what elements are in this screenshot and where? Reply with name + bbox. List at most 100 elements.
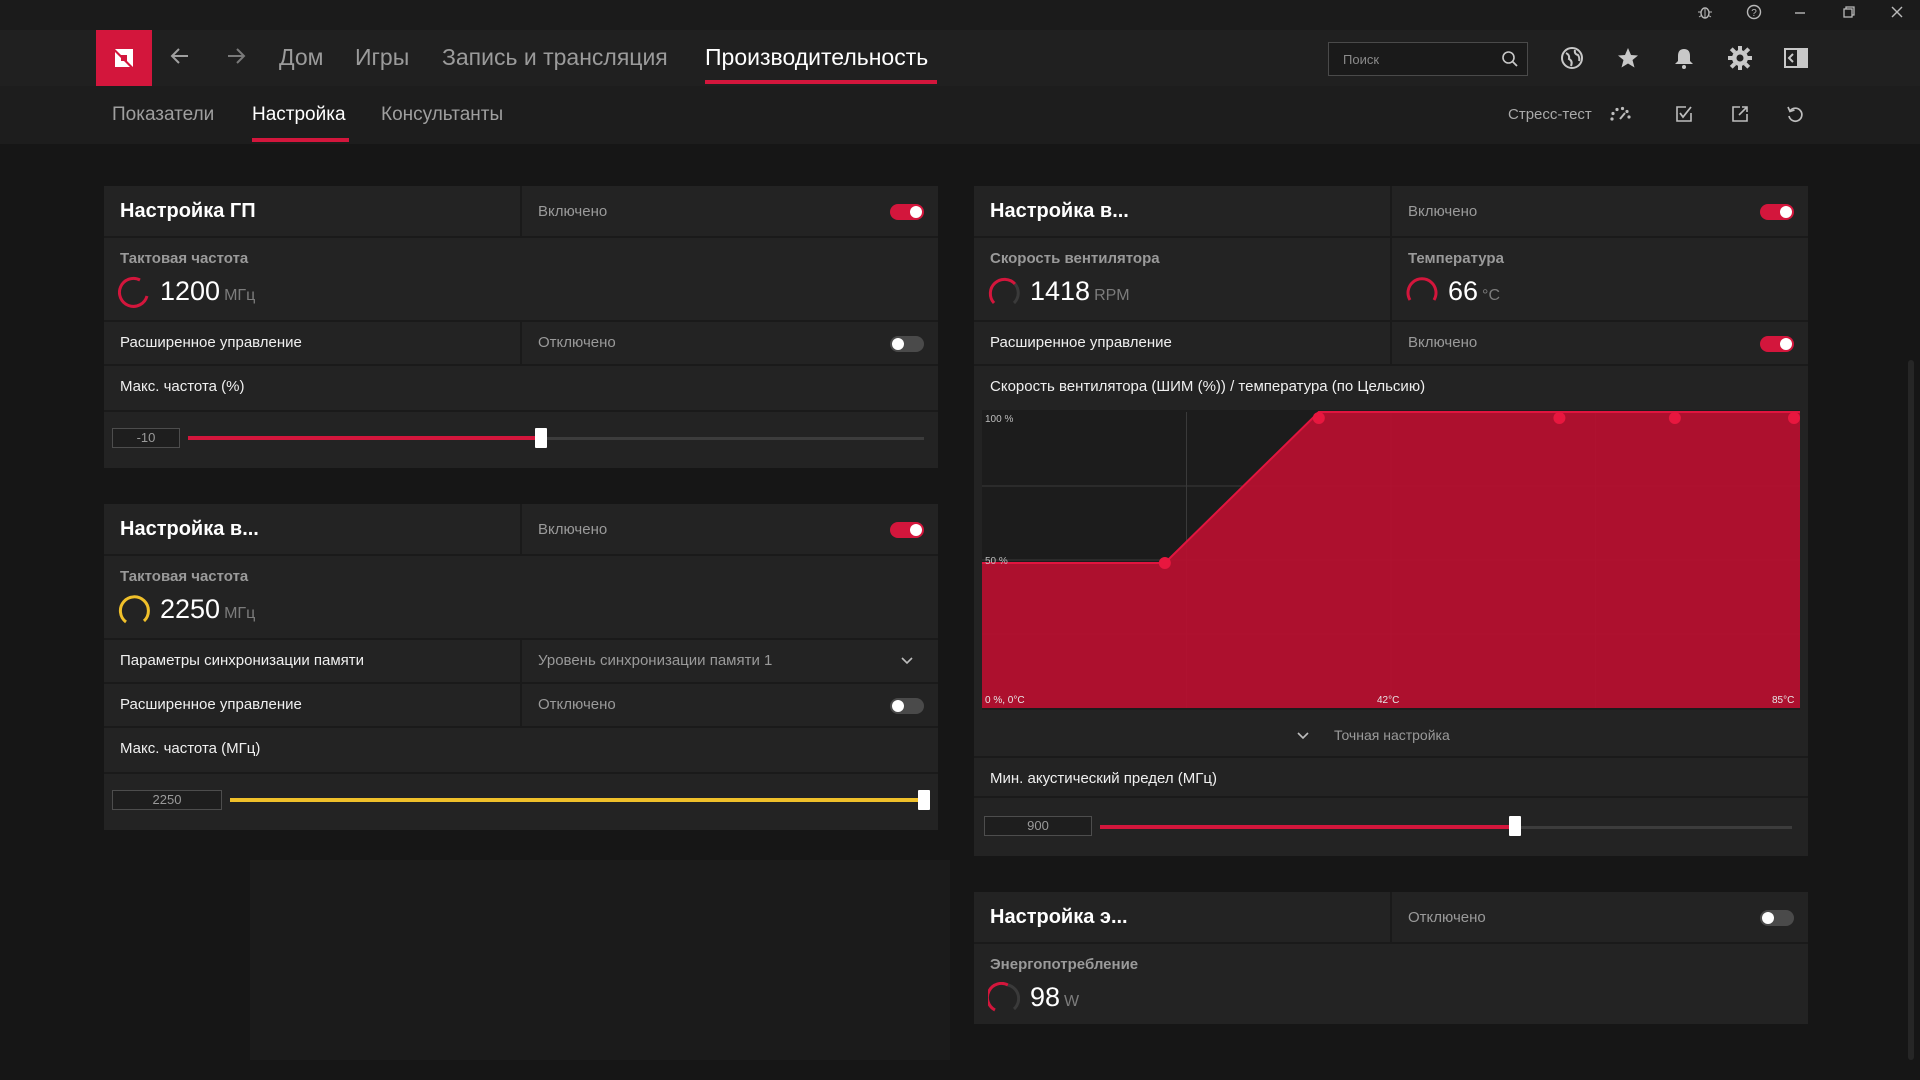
- vram-max-value-box[interactable]: 2250: [112, 790, 222, 810]
- acoustic-value-box[interactable]: 900: [984, 816, 1092, 836]
- amd-logo[interactable]: [96, 30, 152, 86]
- nav-home[interactable]: Дом: [279, 44, 323, 71]
- fan-toggle[interactable]: [1760, 204, 1794, 220]
- vram-timing-select[interactable]: Уровень синхронизации памяти 1: [538, 652, 772, 669]
- vram-toggle[interactable]: [890, 522, 924, 538]
- scrollbar[interactable]: [1908, 360, 1914, 1060]
- gpu-clock-row: Тактовая частота 1200 МГц: [104, 238, 938, 322]
- gpu-clock-gauge-icon: [118, 276, 149, 308]
- tab-metrics[interactable]: Показатели: [112, 104, 214, 126]
- divider: [520, 186, 522, 236]
- search-icon[interactable]: [1501, 50, 1519, 68]
- gpu-advanced-status: Отключено: [538, 334, 616, 351]
- restore-icon[interactable]: [1838, 4, 1860, 26]
- gpu-title: Настройка ГП: [120, 200, 256, 222]
- fan-tuning-panel: Настройка в... Включено Скорость вентиля…: [974, 186, 1808, 856]
- vram-clock-row: Тактовая частота 2250 МГц: [104, 556, 938, 640]
- fan-curve-point[interactable]: [1158, 556, 1171, 569]
- fan-speed-value: 1418 RPM: [1030, 276, 1130, 307]
- divider: [520, 322, 522, 364]
- vram-max-label: Макс. частота (МГц): [120, 740, 261, 757]
- x-tick-label-85: 85°C: [1772, 695, 1794, 706]
- minimize-icon[interactable]: [1789, 4, 1811, 26]
- fan-advanced-status: Включено: [1408, 334, 1478, 351]
- vram-timing-label: Параметры синхронизации памяти: [120, 652, 365, 669]
- globe-icon[interactable]: [1558, 44, 1586, 72]
- gpu-toggle[interactable]: [890, 204, 924, 220]
- power-title: Настройка э...: [990, 906, 1128, 928]
- forward-arrow-icon[interactable]: [222, 44, 250, 72]
- svg-text:?: ?: [1751, 8, 1757, 19]
- sidebar-panel-icon[interactable]: [1782, 44, 1810, 72]
- x-tick-label-42: 42°C: [1377, 695, 1399, 706]
- y-tick-label-100: 100 %: [985, 414, 1013, 425]
- chevron-down-icon[interactable]: [1296, 731, 1310, 741]
- fan-curve-label-row: Скорость вентилятора (ШИМ (%)) / темпера…: [974, 366, 1808, 410]
- nav-performance[interactable]: Производительность: [705, 44, 928, 71]
- divider: [520, 684, 522, 726]
- power-gauge-icon: [988, 982, 1020, 1012]
- temperature-label: Температура: [1408, 250, 1504, 267]
- acoustic-label: Мин. акустический предел (МГц): [990, 770, 1217, 787]
- gpu-status: Включено: [538, 203, 608, 220]
- fan-curve-svg[interactable]: 100 % 50 % 0 %, 0°C 42°C 85°C: [982, 410, 1800, 710]
- nav-games[interactable]: Игры: [355, 44, 409, 71]
- fan-advanced-toggle[interactable]: [1760, 336, 1794, 352]
- vram-advanced-status: Отключено: [538, 696, 616, 713]
- fan-curve-point[interactable]: [1788, 412, 1800, 424]
- fine-tune-toggle[interactable]: Точная настройка: [1334, 727, 1450, 743]
- divider: [1390, 892, 1392, 942]
- gpu-tuning-panel: Настройка ГП Включено Тактовая частота 1…: [104, 186, 938, 468]
- tab-tuning[interactable]: Настройка: [252, 104, 346, 126]
- vram-max-label-row: Макс. частота (МГц): [104, 728, 938, 772]
- tab-advisors[interactable]: Консультанты: [381, 104, 503, 126]
- export-icon[interactable]: [1728, 102, 1752, 126]
- fan-curve-label: Скорость вентилятора (ШИМ (%)) / темпера…: [990, 378, 1426, 395]
- chevron-down-icon[interactable]: [900, 656, 914, 666]
- gpu-advanced-toggle[interactable]: [890, 336, 924, 352]
- bug-icon[interactable]: [1694, 4, 1716, 26]
- search-input[interactable]: [1343, 43, 1493, 75]
- vram-advanced-toggle[interactable]: [890, 698, 924, 714]
- vram-header-row: Настройка в... Включено: [104, 504, 938, 556]
- reset-icon[interactable]: [1783, 102, 1807, 126]
- star-icon[interactable]: [1614, 44, 1642, 72]
- power-number: 98: [1030, 982, 1061, 1012]
- bell-icon[interactable]: [1670, 44, 1698, 72]
- fan-curve-point[interactable]: [1312, 412, 1325, 424]
- gpu-clock-label: Тактовая частота: [120, 250, 249, 267]
- vram-timing-row: Параметры синхронизации памяти Уровень с…: [104, 640, 938, 684]
- close-icon[interactable]: [1886, 4, 1908, 26]
- search-box[interactable]: [1328, 42, 1528, 76]
- divider: [1390, 238, 1392, 320]
- gpu-max-value-box[interactable]: -10: [112, 428, 180, 448]
- fan-curve-chart[interactable]: 100 % 50 % 0 %, 0°C 42°C 85°C: [982, 410, 1800, 710]
- power-status: Отключено: [1408, 909, 1486, 926]
- gauge-speed-icon[interactable]: [1608, 102, 1632, 126]
- tab-active-indicator: [252, 138, 349, 142]
- fan-curve-point[interactable]: [1668, 412, 1681, 424]
- back-arrow-icon[interactable]: [166, 44, 194, 72]
- apply-check-icon[interactable]: [1672, 102, 1696, 126]
- help-icon[interactable]: ?: [1743, 4, 1765, 26]
- vram-max-fill: [230, 798, 924, 802]
- gpu-max-fill: [188, 436, 541, 440]
- gpu-max-slider-thumb[interactable]: [535, 428, 547, 448]
- x-tick-label-0: 0 %, 0°C: [985, 695, 1025, 706]
- vram-clock-unit: МГц: [224, 605, 256, 622]
- vram-clock-number: 2250: [160, 594, 221, 624]
- gpu-advanced-row: Расширенное управление Отключено: [104, 322, 938, 366]
- acoustic-slider-thumb[interactable]: [1509, 816, 1521, 836]
- power-toggle[interactable]: [1760, 910, 1794, 926]
- stress-test-label[interactable]: Стресс-тест: [1508, 106, 1592, 123]
- power-header-row: Настройка э... Отключено: [974, 892, 1808, 944]
- fan-title: Настройка в...: [990, 200, 1129, 222]
- divider: [1390, 322, 1392, 364]
- nav-record-stream[interactable]: Запись и трансляция: [442, 44, 668, 71]
- vram-max-slider-thumb[interactable]: [918, 790, 930, 810]
- divider: [104, 410, 938, 412]
- fan-curve-point[interactable]: [1553, 412, 1566, 424]
- gpu-advanced-label: Расширенное управление: [120, 334, 302, 351]
- gear-icon[interactable]: [1726, 44, 1754, 72]
- vram-tuning-panel: Настройка в... Включено Тактовая частота…: [104, 504, 938, 830]
